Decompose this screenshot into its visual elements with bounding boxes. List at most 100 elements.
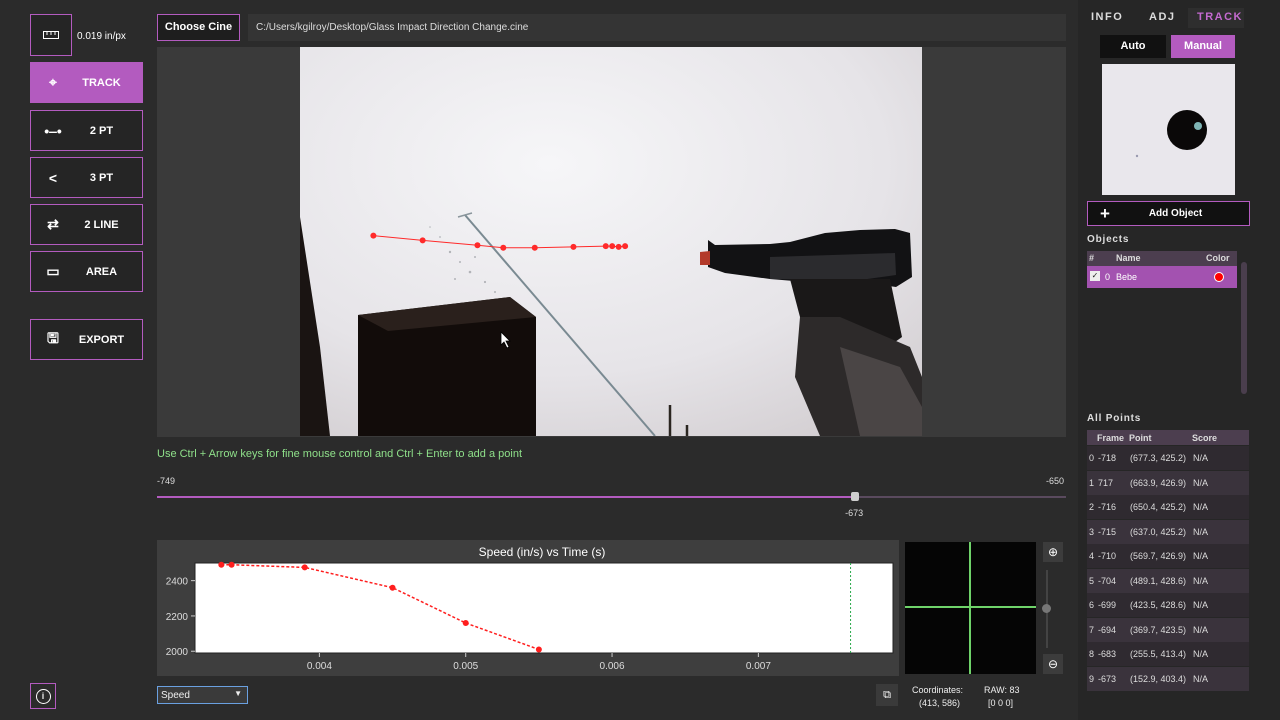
two-line-tool-button[interactable]: ⇄ 2 LINE	[30, 204, 143, 245]
objects-header: # Name Color	[1087, 251, 1237, 266]
scale-button[interactable]	[30, 14, 72, 56]
object-checkbox[interactable]: ✓	[1090, 271, 1100, 281]
objects-scrollbar[interactable]	[1241, 262, 1247, 394]
y-tick-label: 2400	[166, 577, 189, 588]
object-row[interactable]: ✓ 0 Bebe	[1087, 266, 1237, 288]
ruler-icon	[43, 31, 59, 39]
scale-value: 0.019 in/px	[77, 31, 126, 42]
point-index: 4	[1089, 551, 1095, 561]
chart-plot-area	[194, 562, 894, 654]
zoom-in-button[interactable]: ⊕	[1043, 542, 1063, 562]
raw-label: RAW: 83	[984, 685, 1020, 695]
video-viewer[interactable]	[157, 47, 1066, 437]
point-row[interactable]: 7 -694 (369.7, 423.5) N/A	[1087, 617, 1249, 642]
track-point[interactable]	[370, 232, 377, 239]
mode-manual-button[interactable]: Manual	[1171, 35, 1235, 58]
objects-header-num: #	[1089, 253, 1095, 263]
slider-min-label: -749	[157, 476, 176, 486]
point-score: N/A	[1193, 649, 1209, 659]
track-point[interactable]	[570, 243, 577, 250]
point-row[interactable]: 9 -673 (152.9, 403.4) N/A	[1087, 666, 1249, 691]
point-index: 0	[1089, 453, 1095, 463]
track-point[interactable]	[609, 243, 616, 250]
points-header-point: Point	[1129, 433, 1152, 443]
point-index: 3	[1089, 526, 1095, 537]
frame-slider-fill	[157, 496, 856, 498]
point-row[interactable]: 1 717 (663.9, 426.9) N/A	[1087, 470, 1249, 495]
object-color-swatch[interactable]	[1214, 272, 1224, 282]
x-tick-label: 0.007	[746, 661, 771, 672]
point-score: N/A	[1193, 624, 1209, 635]
point-score: N/A	[1193, 673, 1209, 684]
angle-icon: <	[48, 169, 58, 186]
hint-text: Use Ctrl + Arrow keys for fine mouse con…	[157, 448, 523, 460]
add-object-button[interactable]: + Add Object	[1087, 201, 1250, 226]
plot-selector[interactable]: Speed ▼	[157, 686, 248, 704]
speed-data-point	[301, 564, 308, 571]
raw-value: [0 0 0]	[988, 698, 1014, 708]
two-point-icon: •‒•	[44, 122, 62, 139]
track-point[interactable]	[531, 244, 538, 251]
point-frame: -683	[1098, 649, 1117, 659]
chart-plot: 0.004 0.005 0.006 0.007 2000 2200 2400	[166, 561, 894, 672]
point-row[interactable]: 2 -716 (650.4, 425.2) N/A	[1087, 495, 1249, 519]
point-row[interactable]: 0 -718 (677.3, 425.2) N/A	[1087, 446, 1249, 470]
zoom-slider-handle[interactable]	[1042, 604, 1051, 613]
area-tool-label: AREA	[85, 265, 118, 278]
point-index: 2	[1089, 502, 1095, 512]
object-preview	[1102, 64, 1235, 195]
zoom-out-icon: ⊖	[1047, 657, 1059, 671]
chevron-down-icon: ▼	[234, 689, 242, 698]
objects-header-color: Color	[1206, 253, 1230, 263]
video-frame[interactable]	[300, 47, 922, 436]
plus-icon: +	[1100, 203, 1110, 223]
track-point[interactable]	[500, 244, 507, 251]
choose-cine-button[interactable]: Choose Cine	[157, 14, 240, 41]
track-point[interactable]	[615, 243, 622, 250]
track-tool-button[interactable]: ⌖ TRACK	[30, 62, 143, 103]
export-button[interactable]: 🖫 EXPORT	[30, 319, 143, 360]
track-point[interactable]	[602, 243, 609, 250]
tab-info[interactable]: INFO	[1091, 11, 1123, 23]
zoom-out-button[interactable]: ⊖	[1043, 654, 1063, 674]
x-tick-label: 0.005	[453, 661, 478, 672]
point-score: N/A	[1193, 575, 1209, 586]
point-index: 9	[1089, 673, 1095, 684]
point-coords: (423.5, 428.6)	[1130, 600, 1187, 610]
zoom-preview	[905, 542, 1036, 674]
mode-auto-button[interactable]: Auto	[1100, 35, 1166, 58]
point-frame: -710	[1098, 551, 1117, 561]
point-index: 1	[1089, 477, 1095, 488]
track-tool-label: TRACK	[82, 76, 121, 89]
track-point[interactable]	[622, 243, 629, 250]
info-button[interactable]: i	[30, 683, 56, 709]
track-point[interactable]	[419, 237, 426, 244]
y-tick-label: 2200	[166, 612, 189, 623]
point-frame: 717	[1098, 477, 1114, 488]
area-tool-button[interactable]: ▭ AREA	[30, 251, 143, 292]
three-point-tool-button[interactable]: < 3 PT	[30, 157, 143, 198]
speed-data-point	[389, 584, 396, 591]
point-coords: (637.0, 425.2)	[1130, 526, 1187, 537]
tab-adj[interactable]: ADJ	[1149, 11, 1176, 23]
y-tick-label: 2000	[166, 647, 189, 658]
point-row[interactable]: 3 -715 (637.0, 425.2) N/A	[1087, 519, 1249, 544]
point-row[interactable]: 8 -683 (255.5, 413.4) N/A	[1087, 642, 1249, 666]
point-index: 5	[1089, 575, 1095, 586]
frame-slider-handle[interactable]	[851, 492, 860, 501]
external-link-button[interactable]: ⧉	[876, 684, 898, 706]
three-point-tool-label: 3 PT	[89, 171, 114, 184]
point-coords: (569.7, 426.9)	[1130, 551, 1187, 561]
two-point-tool-button[interactable]: •‒• 2 PT	[30, 110, 143, 151]
two-line-tool-label: 2 LINE	[84, 218, 119, 231]
add-object-label: Add Object	[1148, 208, 1203, 219]
coordinates-value: (413, 586)	[919, 698, 961, 708]
area-icon: ▭	[46, 263, 60, 279]
track-point[interactable]	[474, 242, 481, 249]
two-point-tool-label: 2 PT	[89, 124, 114, 137]
point-row[interactable]: 6 -699 (423.5, 428.6) N/A	[1087, 593, 1249, 617]
tab-track[interactable]: TRACK	[1197, 11, 1243, 23]
points-header: Frame Point Score	[1087, 430, 1249, 445]
point-row[interactable]: 5 -704 (489.1, 428.6) N/A	[1087, 568, 1249, 593]
point-row[interactable]: 4 -710 (569.7, 426.9) N/A	[1087, 544, 1249, 568]
